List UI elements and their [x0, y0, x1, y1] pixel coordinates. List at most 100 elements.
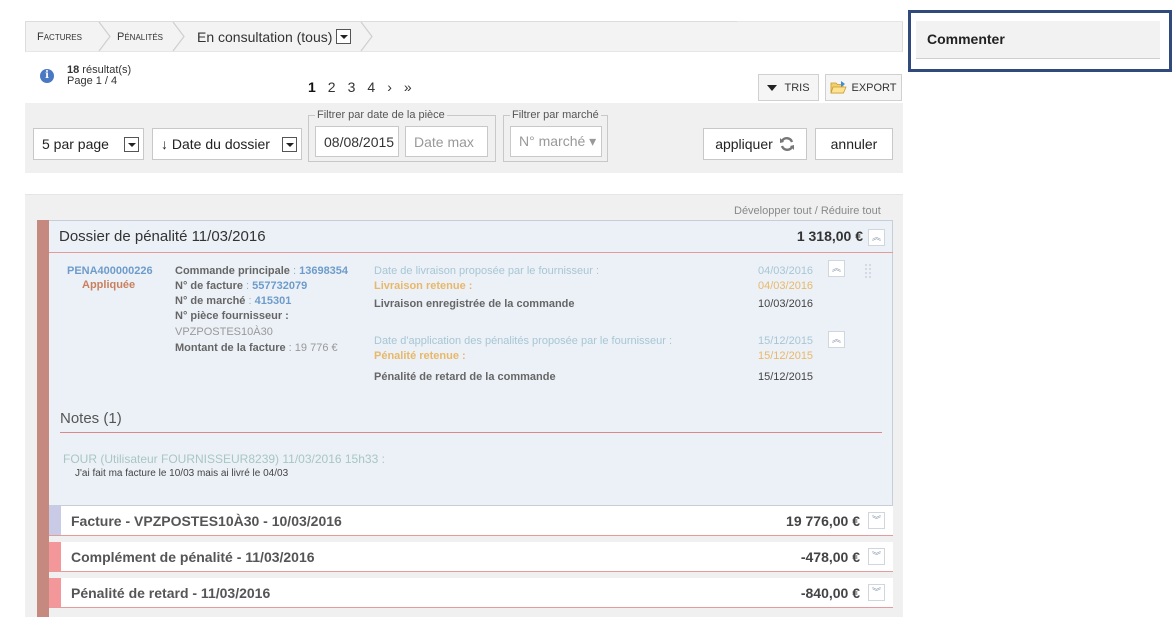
apply-button[interactable]: appliquer [703, 128, 807, 160]
main-order-label: Commande principale [175, 265, 290, 277]
notes-title: Notes (1) [60, 410, 122, 427]
dossier-color-bar [37, 220, 49, 617]
market-number: N° de marché : 415301 [175, 295, 292, 307]
market-filter-legend: Filtrer par marché [510, 109, 601, 121]
refresh-icon [779, 136, 795, 152]
collapse-delivery-icon[interactable]: ︽ [828, 260, 845, 277]
expand-icon[interactable]: ︾ [868, 512, 885, 529]
next-page-link[interactable]: › [387, 79, 392, 95]
invoice-number: N° de facture : 557732079 [175, 280, 308, 292]
collapse-penalty-icon[interactable]: ︽ [828, 331, 845, 348]
invoice-amount: Montant de la facture : 19 776 € [175, 342, 338, 354]
row-color-marker [49, 506, 61, 535]
note-text: J'ai fait ma facture le 10/03 mais ai li… [75, 468, 289, 479]
info-icon: i [40, 69, 54, 83]
status-badge: Appliquée [82, 279, 136, 291]
delivery-proposed-label: Date de livraison proposée par le fourni… [374, 265, 600, 277]
breadcrumb-separator-icon [98, 22, 112, 51]
row-color-marker [49, 578, 61, 607]
invoice-amount-label: Montant de la facture [175, 342, 286, 354]
per-page-select[interactable]: 5 par page [33, 128, 144, 160]
penalty-retained-label: Pénalité retenue : [374, 350, 466, 362]
pagination: 1 2 3 4 › » [308, 79, 424, 95]
apply-button-label: appliquer [715, 136, 773, 152]
caret-down-icon [767, 84, 778, 91]
row-color-marker [49, 542, 61, 571]
comment-panel: Commenter [908, 10, 1172, 72]
market-filter-group: Filtrer par marché N° marché ▾ [503, 109, 608, 162]
date-min-input[interactable]: 08/08/2015 [315, 126, 399, 157]
results-summary: 18 résultat(s) Page 1 / 4 [67, 65, 131, 87]
dossier-title: Dossier de pénalité 11/03/2016 [59, 227, 266, 245]
main-order: Commande principale : 13698354 [175, 265, 349, 277]
breadcrumb: Factures Pénalités En consultation (tous… [25, 21, 903, 52]
penalty-retained-value: 15/12/2015 [758, 350, 814, 362]
expand-icon[interactable]: ︾ [868, 548, 885, 565]
sort-button-label: TRIS [784, 81, 810, 94]
chevron-down-icon[interactable] [282, 137, 297, 152]
late-penalty-row-title: Pénalité de retard - 11/03/2016 [71, 584, 271, 601]
divider [737, 21, 903, 22]
penalty-date-proposed-label: Date d'application des pénalités proposé… [374, 335, 673, 347]
late-penalty-label: Pénalité de retard de la commande [374, 371, 556, 383]
breadcrumb-item-penalites[interactable]: Pénalités [117, 22, 163, 51]
chevron-down-icon[interactable] [124, 137, 139, 152]
note-author: FOUR (Utilisateur FOURNISSEUR8239) 11/03… [63, 452, 385, 466]
export-button[interactable]: EXPORT [825, 74, 902, 101]
breadcrumb-current-label: En consultation (tous) [197, 28, 333, 45]
date-filter-legend: Filtrer par date de la pièce [315, 109, 447, 121]
breadcrumb-separator-icon [172, 22, 186, 51]
expand-collapse-all-link[interactable]: Développer tout / Réduire tout [734, 205, 881, 217]
invoice-number-value[interactable]: 557732079 [252, 280, 307, 292]
main-order-value[interactable]: 13698354 [299, 265, 348, 277]
penalty-complement-row-amount: -478,00 € [800, 548, 860, 565]
chevron-down-icon[interactable] [336, 29, 352, 44]
expand-icon[interactable]: ︾ [868, 584, 885, 601]
export-folder-icon [830, 80, 848, 95]
breadcrumb-item-factures[interactable]: Factures [37, 22, 82, 51]
invoice-number-label: N° de facture [175, 280, 243, 292]
page-link-3[interactable]: 3 [348, 79, 356, 95]
filter-bar: 5 par page ↓ Date du dossier Filtrer par… [25, 103, 903, 173]
page-link-2[interactable]: 2 [328, 79, 336, 95]
dossier-amount: 1 318,00 € [796, 228, 863, 244]
invoice-row-amount: 19 776,00 € [786, 512, 860, 529]
sort-button[interactable]: TRIS [758, 74, 819, 101]
breadcrumb-current[interactable]: En consultation (tous) [197, 22, 352, 51]
penalty-complement-row[interactable]: Complément de pénalité - 11/03/2016 -478… [49, 542, 893, 572]
results-page: Page 1 / 4 [67, 75, 118, 87]
divider [60, 432, 882, 433]
invoice-row[interactable]: Facture - VPZPOSTES10À30 - 10/03/2016 19… [49, 506, 893, 536]
delivery-proposed-value: 04/03/2016 [758, 265, 814, 277]
invoice-row-title: Facture - VPZPOSTES10À30 - 10/03/2016 [71, 512, 342, 529]
delivery-retained-label: Livraison retenue : [374, 280, 473, 292]
supplier-piece-label: N° pièce fournisseur : [175, 310, 289, 322]
sort-field-select[interactable]: ↓ Date du dossier [152, 128, 302, 160]
page-link-1[interactable]: 1 [308, 79, 316, 95]
breadcrumb-separator-icon [360, 22, 374, 51]
delivery-retained-value: 04/03/2016 [758, 280, 814, 292]
delivery-recorded-value: 10/03/2016 [758, 298, 814, 310]
collapse-icon[interactable]: ︽ [868, 229, 885, 246]
market-number-value[interactable]: 415301 [255, 295, 292, 307]
late-penalty-row[interactable]: Pénalité de retard - 11/03/2016 -840,00 … [49, 578, 893, 608]
dossier-reference[interactable]: PENA400000226 [67, 264, 153, 278]
page-link-4[interactable]: 4 [367, 79, 375, 95]
dossier-header[interactable]: Dossier de pénalité 11/03/2016 1 318,00 … [49, 220, 893, 253]
date-max-input[interactable]: Date max [405, 126, 488, 157]
sort-field-value: ↓ Date du dossier [161, 136, 270, 152]
date-filter-group: Filtrer par date de la pièce 08/08/2015 … [308, 109, 496, 162]
cancel-button[interactable]: annuler [815, 128, 893, 160]
late-penalty-value: 15/12/2015 [758, 371, 814, 383]
supplier-piece-value: VPZPOSTES10À30 [175, 326, 273, 338]
delivery-recorded-label: Livraison enregistrée de la commande [374, 298, 575, 310]
per-page-value: 5 par page [42, 136, 109, 152]
penalty-date-proposed-value: 15/12/2015 [758, 335, 814, 347]
last-page-link[interactable]: » [404, 79, 412, 95]
invoice-amount-value: 19 776 € [294, 342, 338, 354]
drag-handle-icon[interactable] [865, 263, 871, 281]
comment-panel-title[interactable]: Commenter [916, 21, 1160, 59]
penalty-complement-row-title: Complément de pénalité - 11/03/2016 [71, 548, 315, 565]
market-select[interactable]: N° marché ▾ [510, 126, 602, 157]
late-penalty-row-amount: -840,00 € [800, 584, 860, 601]
